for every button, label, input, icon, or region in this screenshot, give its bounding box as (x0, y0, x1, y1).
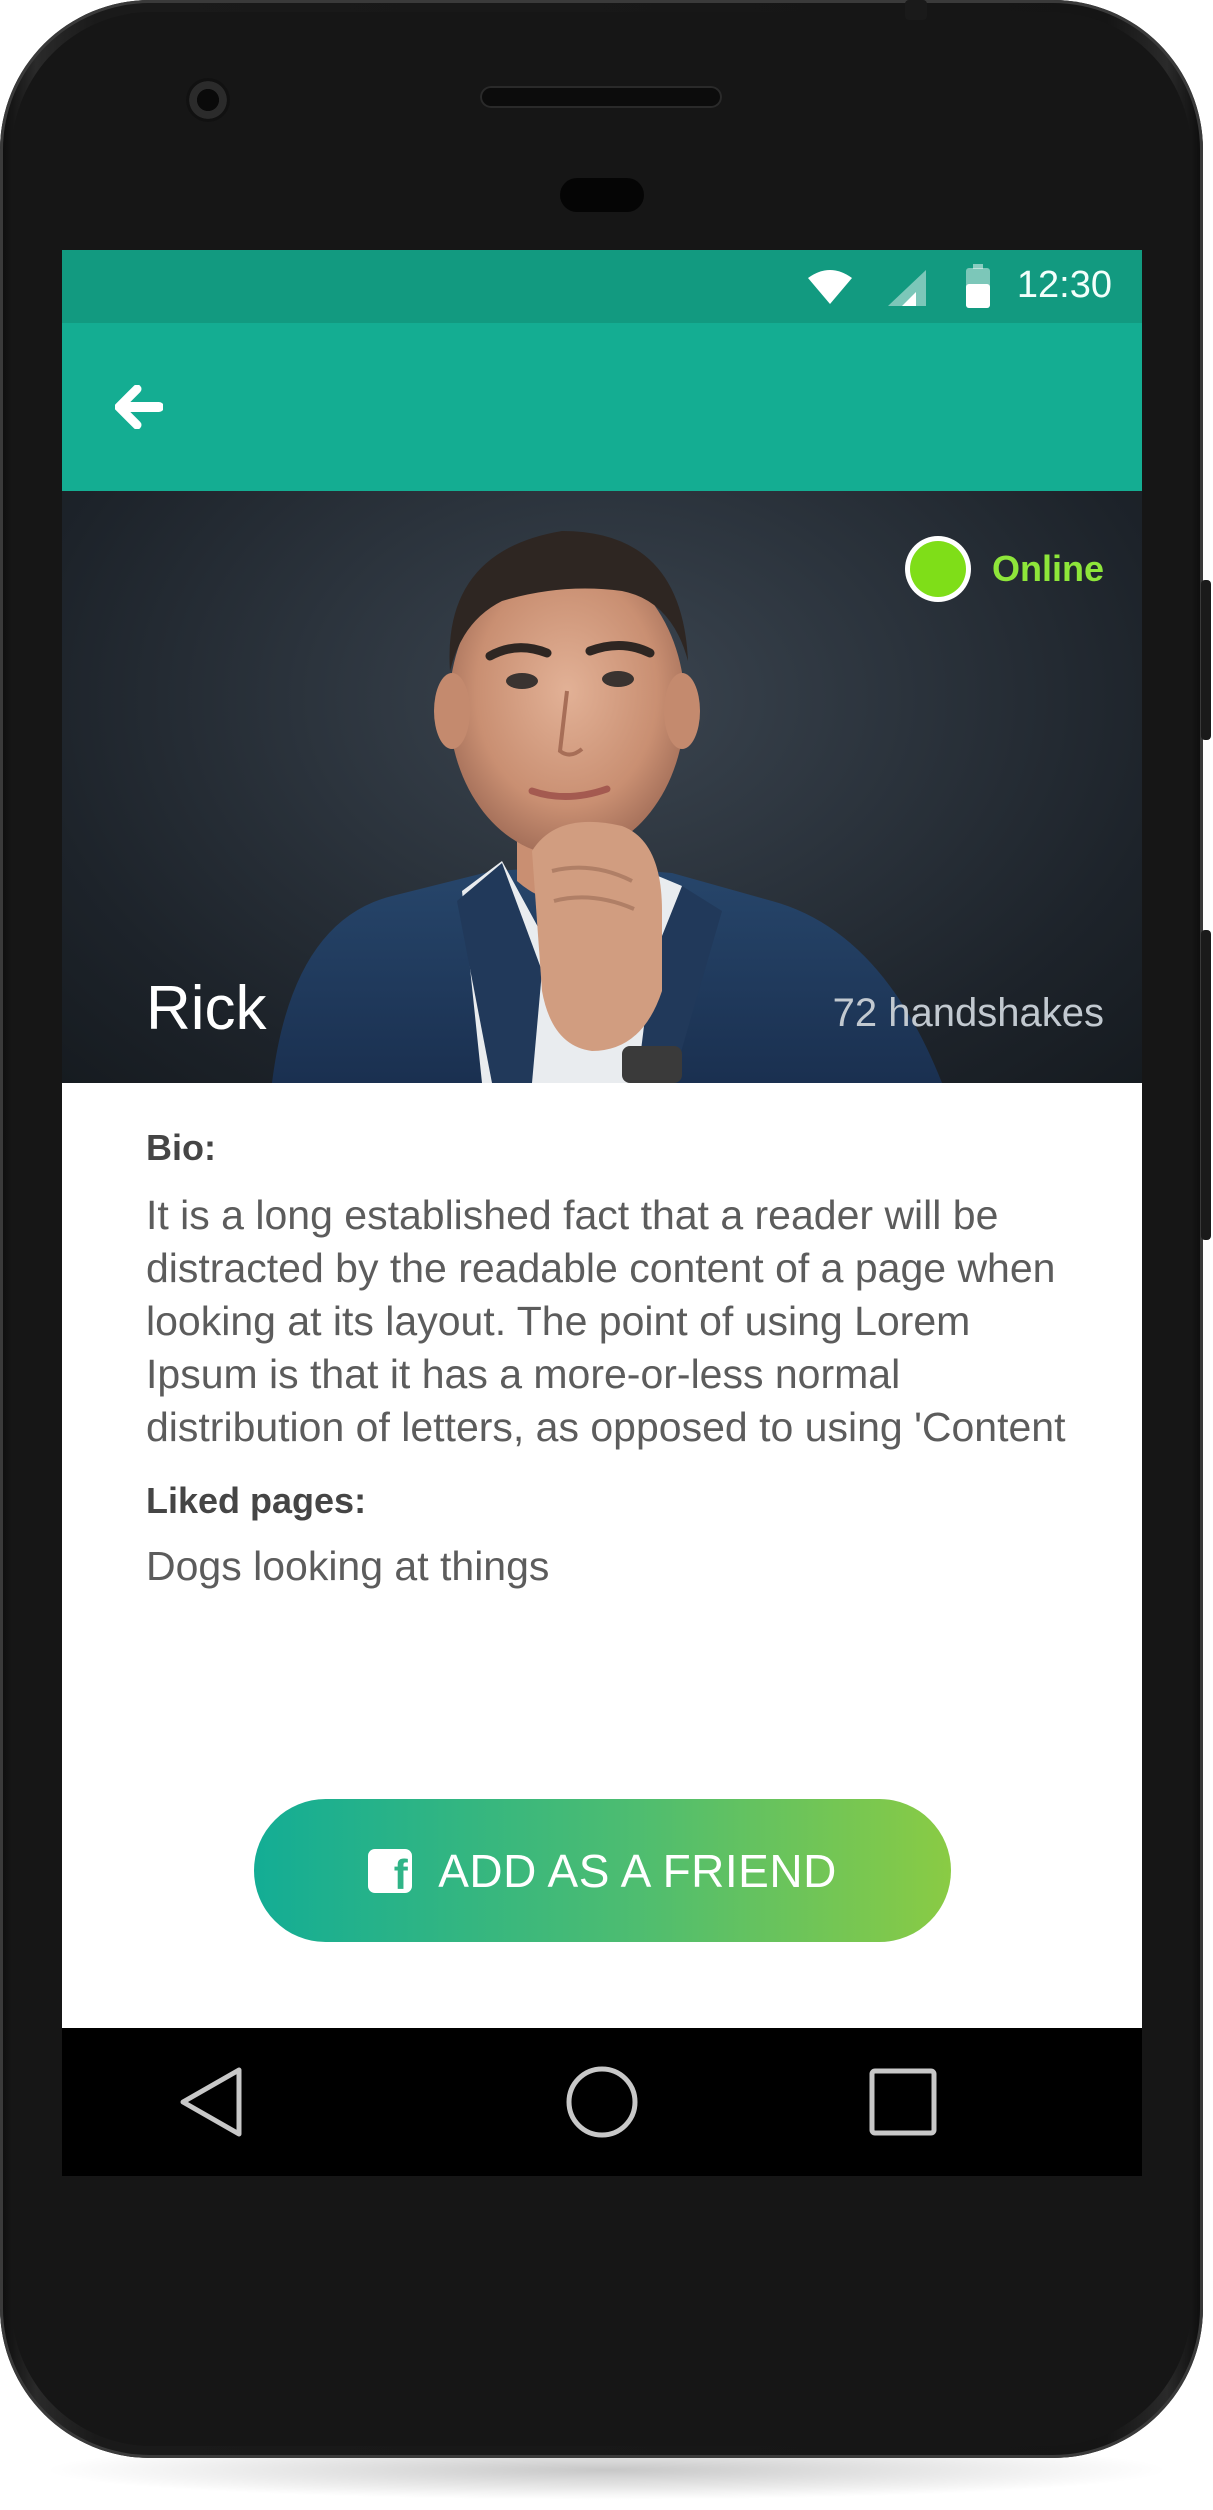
nav-recents-button[interactable] (853, 2052, 953, 2152)
earpiece-speaker (480, 86, 722, 108)
nav-home-button[interactable] (552, 2052, 652, 2152)
online-status-label: Online (991, 548, 1104, 589)
nav-back-button[interactable] (162, 2052, 262, 2152)
online-indicator-dot (909, 541, 966, 597)
status-bar: 12:30 (62, 250, 1142, 323)
liked-pages-label: Liked pages: (146, 1480, 367, 1521)
proximity-sensor (560, 178, 644, 212)
recents-square-icon (869, 2068, 937, 2136)
arrow-left-icon (115, 385, 163, 429)
add-friend-button[interactable]: f ADD AS A FRIEND (254, 1799, 951, 1942)
wifi-icon (808, 270, 852, 304)
battery-icon (966, 264, 990, 308)
navigation-bar (62, 2028, 1142, 2176)
bio-text: It is a long established fact that a rea… (146, 1192, 1066, 1450)
screen: 12:30 Online Rick 72 handshakes Bio: It … (62, 250, 1142, 2028)
cellular-signal-icon (888, 270, 926, 306)
add-friend-button-label: ADD AS A FRIEND (438, 1844, 837, 1897)
status-time: 12:30 (1016, 264, 1112, 306)
bio-label: Bio: (146, 1127, 216, 1168)
liked-pages-value: Dogs looking at things (146, 1543, 550, 1589)
facebook-icon: f (368, 1848, 413, 1895)
app-bar (62, 323, 1142, 491)
top-button (905, 0, 927, 20)
profile-details: Bio: It is a long established fact that … (146, 1083, 1076, 1593)
back-triangle-icon (180, 2067, 242, 2137)
front-camera (186, 78, 230, 122)
profile-name: Rick (146, 974, 267, 1043)
volume-button (1201, 930, 1211, 1240)
power-button (1201, 580, 1211, 740)
home-circle-icon (566, 2066, 638, 2138)
back-button[interactable] (100, 368, 178, 446)
handshakes-count: 72 handshakes (832, 991, 1104, 1035)
profile-photo: Online Rick 72 handshakes (62, 491, 1142, 1083)
online-status: Online (909, 541, 1104, 597)
